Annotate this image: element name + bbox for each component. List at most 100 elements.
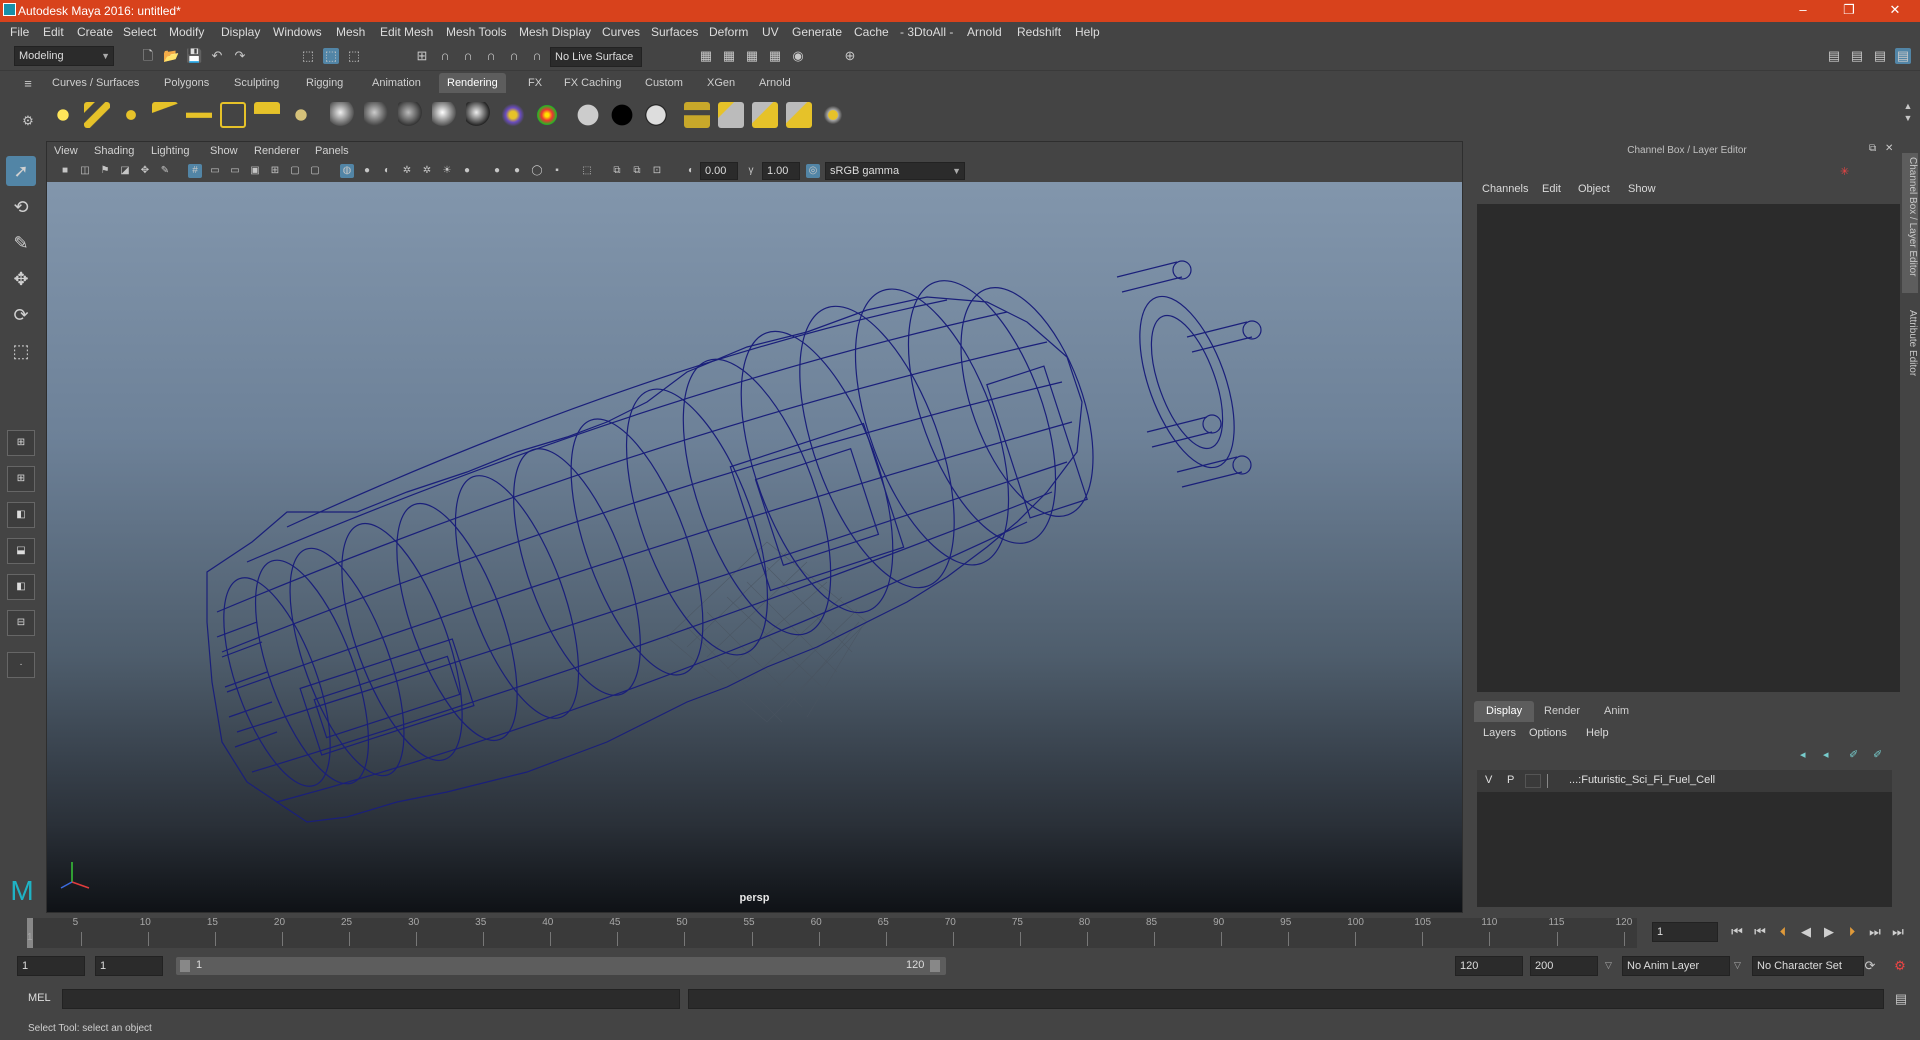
single-view-layout-icon[interactable]: ⊞ [7,430,35,456]
camera-attributes-icon[interactable]: ◫ [78,164,92,178]
panel-menu-show[interactable]: Show [210,145,238,157]
exposure-icon[interactable]: ◐ [684,164,698,178]
tab-render-layers[interactable]: Render [1532,701,1592,722]
layer-color-swatch[interactable] [1547,774,1561,788]
exposure-field[interactable]: 0.00 [700,162,738,180]
menu-modify[interactable]: Modify [169,25,204,39]
phonge-material-icon[interactable] [432,102,458,128]
menu-arnold[interactable]: Arnold [967,25,1002,39]
persp-outliner-layout-icon[interactable]: ◧ [7,502,35,528]
batch-render-icon[interactable] [786,102,812,128]
field-chart-icon[interactable]: ⊞ [268,164,282,178]
channels-object-menu[interactable]: Object [1578,183,1610,195]
panel-menu-shading[interactable]: Shading [94,145,134,157]
menu-help[interactable]: Help [1075,25,1100,39]
tab-custom[interactable]: Custom [637,73,691,93]
shelf-settings-icon[interactable]: ⚙ [20,113,36,129]
four-view-layout-icon[interactable]: ⊞ [7,466,35,492]
wireframe-on-shaded-icon[interactable]: ◐ [380,164,394,178]
step-forward-frame-icon[interactable]: ⏵ [1843,924,1861,940]
multisample-icon[interactable]: ● [510,164,524,178]
anisotropic-material-icon[interactable] [466,102,492,128]
snap-grid-icon[interactable]: ⊞ [414,48,430,64]
side-tab-attribute-editor[interactable]: Attribute Editor [1902,310,1918,400]
blinn-material-icon[interactable] [330,102,356,128]
tab-fx-caching[interactable]: FX Caching [556,73,629,93]
script-editor-icon[interactable]: ▤ [1893,991,1909,1007]
transform-mode-icon[interactable]: ⊕ [842,48,858,64]
go-to-start-icon[interactable]: ⏮ [1728,924,1746,940]
timeline-track[interactable] [27,918,1637,948]
bookmark-icon[interactable]: ⚑ [98,164,112,178]
camera-icon[interactable] [288,102,314,128]
select-tool-icon[interactable]: ➚ [6,156,36,186]
rotate-tool-icon[interactable]: ⟳ [6,300,36,330]
menu-deform[interactable]: Deform [709,25,748,39]
use-all-lights-icon[interactable]: ✲ [420,164,434,178]
panel-menu-view[interactable]: View [54,145,78,157]
film-gate-icon[interactable]: ▭ [208,164,222,178]
save-scene-icon[interactable]: 💾 [186,48,202,64]
scale-tool-icon[interactable]: ⬚ [6,336,36,366]
step-back-frame-icon[interactable]: ⏴ [1774,924,1792,940]
current-frame-field[interactable]: 1 [1652,922,1718,942]
backface-culling-icon[interactable]: ⊡ [650,164,664,178]
light-linker-icon[interactable] [254,102,280,128]
tab-arnold[interactable]: Arnold [751,73,799,93]
new-empty-layer-icon[interactable]: ✐ [1849,748,1858,761]
layer-name[interactable]: ...:Futuristic_Sci_Fi_Fuel_Cell [1569,774,1715,786]
render-settings-icon[interactable]: ▦ [767,48,783,64]
magnet-icon[interactable]: ∩ [529,48,545,64]
minimize-button[interactable]: – [1780,0,1826,22]
channel-box-icon[interactable]: ▤ [1895,48,1911,64]
shadows-icon[interactable]: ☀ [440,164,454,178]
panel-menu-panels[interactable]: Panels [315,145,349,157]
phong-material-icon[interactable] [398,102,424,128]
safe-title-icon[interactable]: ▢ [308,164,322,178]
xray-joints-icon[interactable]: ⧉ [610,164,624,178]
ipr-icon[interactable] [820,102,846,128]
layer-help-menu[interactable]: Help [1586,727,1609,739]
motion-blur-icon[interactable]: ● [490,164,504,178]
layered-shader-icon[interactable] [500,102,526,128]
isolate-select-icon[interactable]: ▪ [550,164,564,178]
channels-show-menu[interactable]: Show [1628,183,1656,195]
auto-key-icon[interactable]: ⟳ [1862,958,1878,974]
image-plane-icon[interactable]: ◪ [118,164,132,178]
tab-rigging[interactable]: Rigging [298,73,351,93]
step-forward-key-icon[interactable]: ⏭ [1866,924,1884,940]
render-pass-icon[interactable] [752,102,778,128]
channels-menu[interactable]: Channels [1482,183,1528,195]
close-button[interactable]: ✕ [1872,0,1918,22]
render-view-icon[interactable]: ▦ [698,48,714,64]
undo-icon[interactable]: ↶ [209,48,225,64]
menu-file[interactable]: File [10,25,29,39]
anim-layer-dropdown[interactable]: No Anim Layer [1622,956,1730,976]
redo-icon[interactable]: ↷ [232,48,248,64]
layer-visibility-toggle[interactable]: V [1485,774,1492,786]
range-end-handle[interactable] [930,960,940,972]
chevron-down-icon[interactable]: ▽ [1605,960,1612,971]
tab-display-layers[interactable]: Display [1474,701,1535,722]
shelf-scroll-down-icon[interactable]: ▼ [1900,110,1916,126]
play-forward-icon[interactable]: ▶ [1820,924,1838,940]
smooth-shade-icon[interactable]: ● [360,164,374,178]
live-surface-field[interactable]: No Live Surface [550,47,642,67]
command-input[interactable] [62,989,680,1009]
ipr-render-icon[interactable]: ▦ [744,48,760,64]
range-start-handle[interactable] [180,960,190,972]
go-to-end-icon[interactable]: ⏭ [1889,924,1907,940]
view-transform-dropdown[interactable]: sRGB gamma ▼ [825,162,965,180]
play-backward-icon[interactable]: ◀ [1797,924,1815,940]
menu-mesh-tools[interactable]: Mesh Tools [446,25,506,39]
tab-xgen[interactable]: XGen [699,73,743,93]
spot-light-icon[interactable] [152,102,178,128]
move-tool-icon[interactable]: ✥ [6,264,36,294]
move-layer-down-icon[interactable]: ◂ [1823,748,1829,761]
step-back-key-icon[interactable]: ⏮ [1751,924,1769,940]
tab-curves-surfaces[interactable]: Curves / Surfaces [44,73,147,93]
gamma-icon[interactable]: γ [744,164,758,178]
animation-start-field[interactable]: 1 [17,956,85,976]
maximize-button[interactable]: ❐ [1826,0,1872,22]
side-tab-channel-box[interactable]: Channel Box / Layer Editor [1902,153,1918,293]
